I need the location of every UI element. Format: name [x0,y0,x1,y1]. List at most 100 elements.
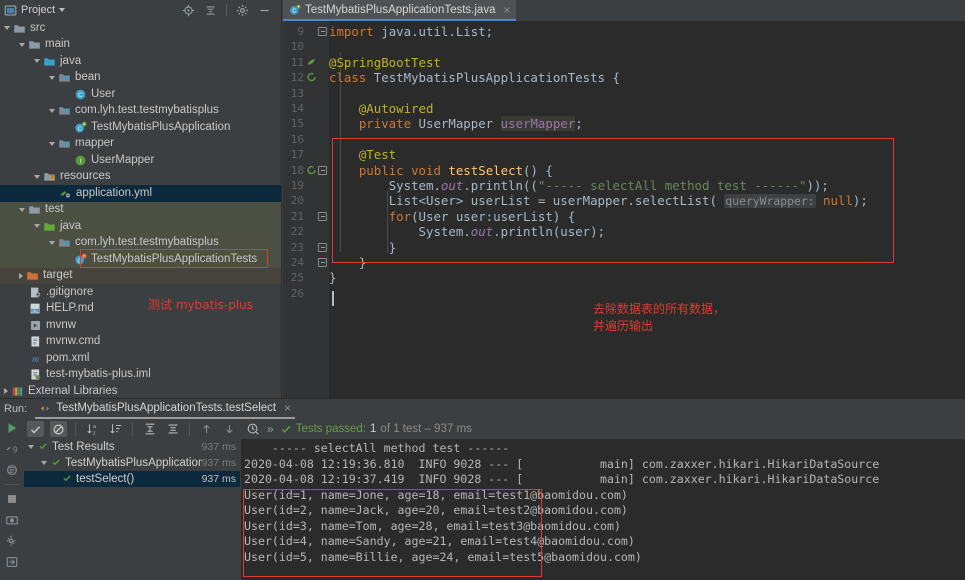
debug-icon[interactable]: 9 [5,442,19,456]
line-number: 12 [291,70,304,85]
chevron-down-icon[interactable] [19,43,25,47]
line-number: 13 [291,86,304,101]
tree-item-mvnw-cmd[interactable]: mvnw.cmd [0,334,281,351]
code-fold-icon[interactable] [318,212,327,221]
chevron-down-icon[interactable] [49,142,55,146]
tree-item-mvnw[interactable]: mvnw [0,317,281,334]
chevron-down-icon[interactable] [49,76,55,80]
console-line: 2020-04-08 12:19:36.810 INFO 9028 --- [ … [244,457,965,473]
prev-failed-button[interactable] [198,421,215,437]
chevron-down-icon[interactable] [4,26,10,30]
tree-item-pom-xml[interactable]: mpom.xml [0,350,281,367]
tree-item-java[interactable]: java [0,53,281,70]
stop-icon[interactable] [5,492,19,506]
code-fold-icon[interactable] [318,258,327,267]
hide-ignored-button[interactable] [50,421,67,437]
chevron-down-icon[interactable] [19,208,25,212]
run-icon[interactable] [5,421,19,435]
libraries-icon [11,385,24,398]
toolbar-divider [4,484,20,485]
tree-item-resources[interactable]: resources [0,169,281,186]
svg-text:I: I [80,158,82,165]
line-number: 17 [291,147,304,162]
tree-item-main[interactable]: main [0,37,281,54]
test-result-row[interactable]: testSelect()937 ms [24,471,240,487]
tree-item-external-libraries[interactable]: External Libraries [0,383,281,398]
next-failed-button[interactable] [221,421,238,437]
tree-item-testmybatisplusapplication[interactable]: CTestMybatisPlusApplication [0,119,281,136]
tree-item-com-lyh-test-testmybatisplus[interactable]: com.lyh.test.testmybatisplus [0,235,281,252]
close-icon[interactable]: × [503,3,510,17]
chevron-down-icon[interactable] [49,109,55,113]
tree-item-test[interactable]: test [0,202,281,219]
package-icon [58,104,71,117]
project-view-icon [4,4,17,17]
code-fold-icon[interactable] [318,243,327,252]
export-icon[interactable] [5,555,19,569]
chevron-right-icon[interactable] [19,273,23,279]
chevron-down-icon[interactable] [34,224,40,228]
tree-item-label: TestMybatisPlusApplicationTests [91,253,257,266]
locate-icon[interactable] [182,4,195,17]
tree-item-src[interactable]: src [0,20,281,37]
settings-icon[interactable] [5,534,19,548]
line-number: 23 [291,240,304,255]
collapse-all-icon[interactable] [204,4,217,17]
sort-by-duration-button[interactable] [107,421,124,437]
code-fold-icon[interactable] [318,166,327,175]
code-line: } [329,270,336,285]
history-button[interactable] [244,421,261,437]
tree-item-com-lyh-test-testmybatisplus[interactable]: com.lyh.test.testmybatisplus [0,103,281,120]
code-line: class TestMybatisPlusApplicationTests { [329,70,620,85]
no-entry-icon [52,423,65,436]
collapse-all-button[interactable] [164,421,181,437]
editor-gutter[interactable]: 91011121314151617181920212223242526 [283,21,329,398]
svg-text:C: C [78,126,82,132]
tree-item-testmybatisplusapplicationtests[interactable]: CTestMybatisPlusApplicationTests [0,251,281,268]
console-output[interactable]: ----- selectAll method test ------2020-0… [241,439,965,580]
project-panel-toolbar [182,4,277,17]
code-content[interactable]: import java.util.List; @SpringBootTestcl… [329,21,965,398]
test-result-row[interactable]: Test Results937 ms [24,439,240,455]
tree-item-application-yml[interactable]: application.yml [0,185,281,202]
expand-all-button[interactable] [141,421,158,437]
editor-annotation-line1: 去除数据表的所有数据， [593,302,725,317]
tree-item-bean[interactable]: bean [0,70,281,87]
spring-bean-leaf-icon[interactable] [306,56,318,68]
chevron-down-icon[interactable] [59,8,65,12]
tree-item-usermapper[interactable]: IUserMapper [0,152,281,169]
svg-text:9: 9 [13,446,17,455]
tree-item-mapper[interactable]: mapper [0,136,281,153]
tree-item-test-mybatis-plus-iml[interactable]: test-mybatis-plus.iml [0,367,281,384]
close-icon[interactable]: × [284,401,291,415]
chevron-right-icon[interactable] [4,388,8,394]
sort-alphabetically-button[interactable]: a z [84,421,101,437]
tree-item-user[interactable]: CUser [0,86,281,103]
chevron-down-icon[interactable] [28,445,34,449]
target-folder-icon [26,269,39,282]
console-icon[interactable] [5,463,19,477]
chevron-down-icon[interactable] [34,175,40,179]
settings-gear-icon[interactable] [236,4,249,17]
minimize-icon[interactable] [258,4,271,17]
tree-item-label: test-mybatis-plus.iml [46,368,151,381]
code-fold-icon[interactable] [318,27,327,36]
tab-test-file[interactable]: C TestMybatisPlusApplicationTests.java × [283,0,516,21]
run-test-icon[interactable] [306,164,318,176]
folder-icon [13,22,26,35]
test-result-row[interactable]: TestMybatisPlusApplicationTe937 ms [24,455,240,471]
project-title-group[interactable]: Project [4,4,182,17]
test-results-tree[interactable]: Test Results937 msTestMybatisPlusApplica… [24,439,240,580]
code-editor[interactable]: 91011121314151617181920212223242526 impo… [283,21,965,398]
run-test-icon[interactable] [306,71,318,83]
project-tree[interactable]: srcmainjavabeanCUsercom.lyh.test.testmyb… [0,20,281,398]
chevron-down-icon[interactable] [41,461,47,465]
more-icon[interactable]: » [267,422,274,436]
chevron-down-icon[interactable] [34,59,40,63]
show-passed-button[interactable] [27,421,44,437]
screenshot-icon[interactable] [5,513,19,527]
tree-item-target[interactable]: target [0,268,281,285]
tree-item-java[interactable]: java [0,218,281,235]
chevron-down-icon[interactable] [49,241,55,245]
run-tab[interactable]: TestMybatisPlusApplicationTests.testSele… [35,400,295,419]
